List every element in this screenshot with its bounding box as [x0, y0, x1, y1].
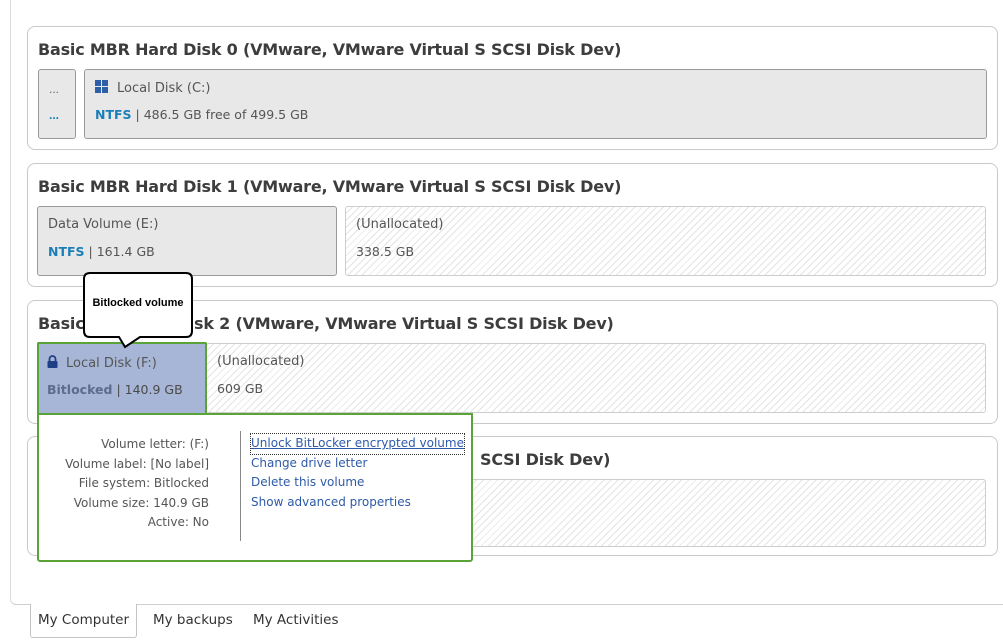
advanced-properties-link[interactable]: Show advanced properties: [251, 493, 464, 513]
partition-e[interactable]: Data Volume (E:) NTFS | 161.4 GB: [37, 206, 337, 276]
tab-my-backups[interactable]: My backups: [153, 604, 233, 637]
filesystem-label: NTFS: [48, 244, 85, 259]
file-system: File system: Bitlocked: [78, 476, 209, 490]
volume-actions: Unlock BitLocker encrypted volume Change…: [250, 433, 465, 513]
partition-size-info: | 486.5 GB free of 499.5 GB: [131, 107, 309, 122]
disk-3-title-partial: SCSI Disk Dev): [480, 450, 611, 469]
change-drive-letter-link[interactable]: Change drive letter: [251, 454, 464, 474]
tab-my-activities[interactable]: My Activities: [253, 604, 339, 637]
lock-icon: [47, 355, 58, 368]
unallocated-space-disk-1[interactable]: (Unallocated) 338.5 GB: [345, 206, 986, 276]
volume-label: Volume label: [No label]: [65, 456, 209, 471]
partition-size-info: 609 GB: [217, 381, 264, 396]
unallocated-space-disk-2[interactable]: (Unallocated) 609 GB: [206, 343, 986, 413]
partition-c[interactable]: Local Disk (C:) NTFS | 486.5 GB free of …: [84, 69, 987, 139]
disk-2-title-right: sk 2 (VMware, VMware Virtual S SCSI Disk…: [194, 314, 614, 333]
unlock-bitlocker-link[interactable]: Unlock BitLocker encrypted volume: [250, 433, 465, 455]
disk-0-system-partition[interactable]: ... ...: [38, 69, 76, 139]
partition-label: Local Disk (F:): [66, 356, 157, 371]
callout-text: Bitlocked volume: [92, 297, 184, 309]
tab-my-computer[interactable]: My Computer: [30, 604, 138, 638]
partition-size-info: 338.5 GB: [356, 244, 415, 259]
filesystem-label: Bitlocked: [47, 382, 113, 397]
partition-dots: ...: [49, 82, 60, 96]
filesystem-label: NTFS: [95, 107, 132, 122]
callout-bubble: [83, 272, 193, 349]
disk-1-title: Basic MBR Hard Disk 1 (VMware, VMware Vi…: [38, 177, 622, 196]
partition-size-info: | 140.9 GB: [112, 382, 183, 397]
partition-label: Data Volume (E:): [48, 217, 159, 232]
partition-dots-fs: ...: [49, 108, 60, 122]
volume-letter: Volume letter: (F:): [101, 437, 209, 451]
volume-details-popup: Volume letter: (F:) Volume label: [No la…: [37, 413, 473, 562]
windows-icon: [95, 80, 108, 93]
volume-properties: Volume letter: (F:) Volume label: [No la…: [65, 435, 209, 533]
disk-1-panel: Basic MBR Hard Disk 1 (VMware, VMware Vi…: [27, 163, 998, 287]
active-flag: Active: No: [147, 515, 209, 529]
bitlocked-volume-callout: Bitlocked volume: [82, 271, 194, 354]
partition-size-info: | 161.4 GB: [84, 244, 155, 259]
disk-2-title-left: Basic: [38, 314, 85, 333]
disk-0-title: Basic MBR Hard Disk 0 (VMware, VMware Vi…: [38, 40, 622, 59]
partition-label: (Unallocated): [217, 354, 305, 369]
unallocated-space-disk-3[interactable]: [448, 479, 986, 547]
popup-divider: [240, 431, 241, 541]
partition-label: (Unallocated): [356, 217, 444, 232]
partition-label: Local Disk (C:): [117, 81, 211, 96]
volume-size: Volume size: 140.9 GB: [73, 495, 209, 510]
delete-volume-link[interactable]: Delete this volume: [251, 473, 464, 493]
disk-0-panel: Basic MBR Hard Disk 0 (VMware, VMware Vi…: [27, 26, 998, 150]
